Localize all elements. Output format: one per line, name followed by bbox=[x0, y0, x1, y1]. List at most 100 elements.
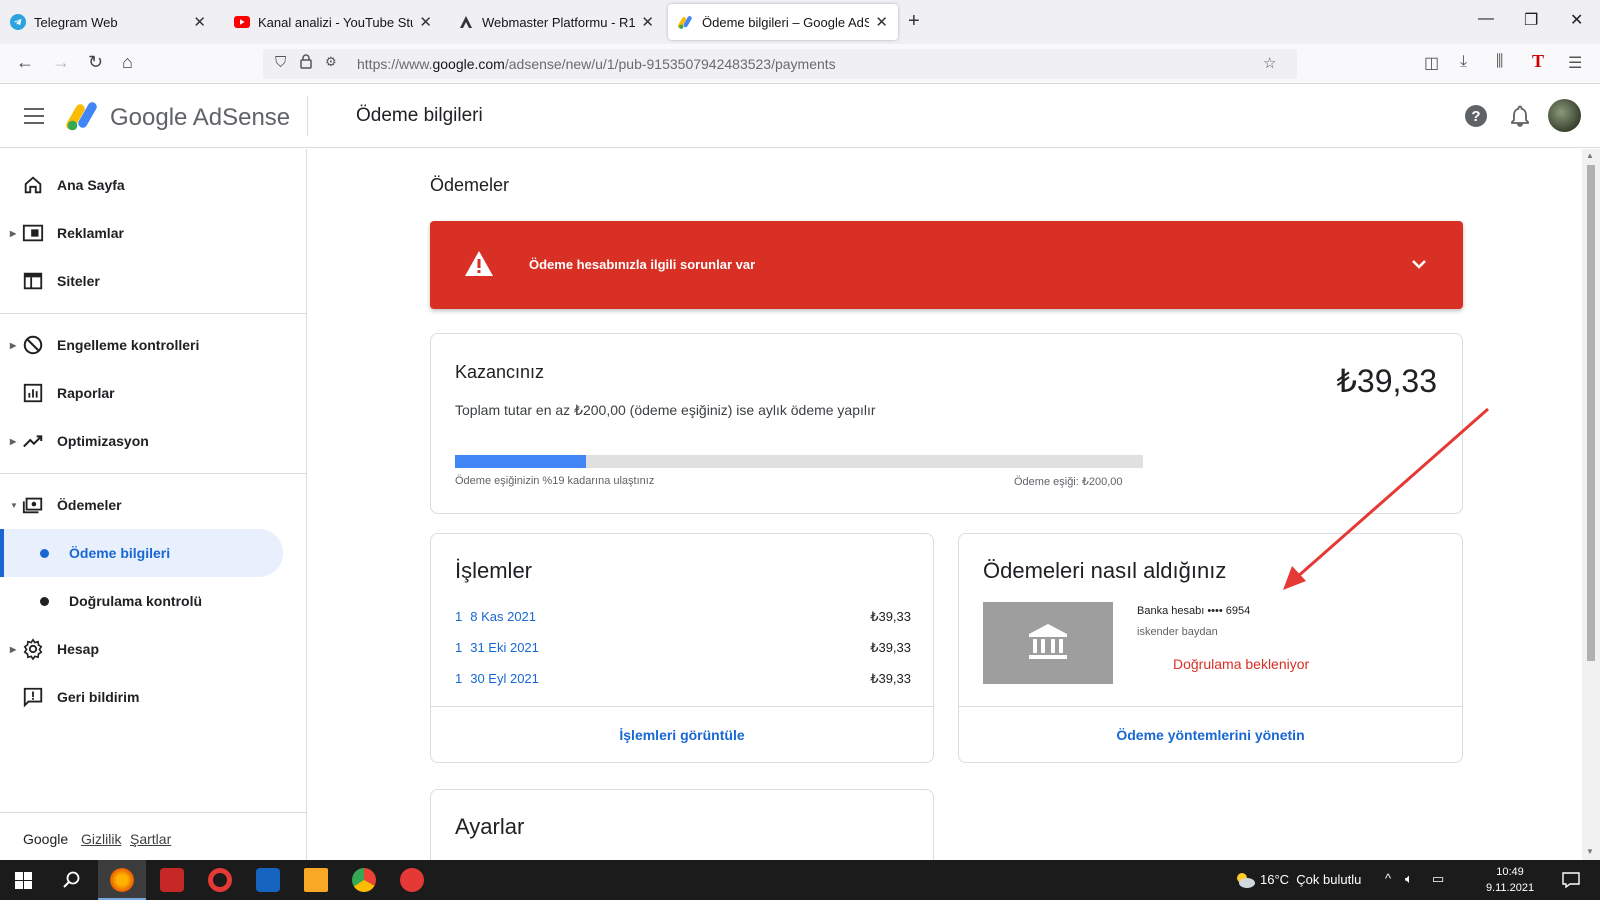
vertical-scrollbar[interactable]: ▲ ▼ bbox=[1582, 149, 1600, 860]
table-row[interactable]: 1 31 Eki 2021 ₺39,33 bbox=[455, 640, 911, 660]
sidebar-divider bbox=[0, 313, 307, 314]
tab-label: Kanal analizi - YouTube Studio bbox=[258, 14, 413, 30]
tab-telegram[interactable]: Telegram Web ✕ bbox=[0, 4, 216, 40]
bank-account-owner: iskender baydan bbox=[1137, 626, 1218, 638]
expand-arrow-icon[interactable]: ▶ bbox=[10, 437, 16, 446]
sidebar-item-sites[interactable]: Siteler bbox=[0, 257, 307, 305]
sidebar-item-payments[interactable]: ▼ Ödemeler bbox=[0, 481, 307, 529]
scroll-up-icon[interactable]: ▲ bbox=[1586, 151, 1594, 160]
expand-arrow-icon[interactable]: ▶ bbox=[10, 229, 16, 238]
main-menu-icon[interactable] bbox=[24, 108, 44, 124]
reload-icon[interactable]: ↻ bbox=[88, 52, 103, 73]
scroll-down-icon[interactable]: ▼ bbox=[1586, 847, 1594, 856]
system-clock[interactable]: 10:49 9.11.2021 bbox=[1480, 864, 1540, 896]
transaction-count: 1 bbox=[455, 609, 463, 624]
back-icon[interactable]: ← bbox=[16, 52, 34, 73]
file-explorer-icon[interactable] bbox=[304, 868, 328, 892]
expand-arrow-icon[interactable]: ▶ bbox=[10, 645, 16, 654]
warning-icon bbox=[465, 251, 493, 276]
tray-chevron-icon[interactable]: ^ bbox=[1385, 871, 1391, 886]
bookmark-star-icon[interactable]: ☆ bbox=[1263, 54, 1276, 72]
restore-icon[interactable]: ❐ bbox=[1524, 10, 1538, 30]
lock-icon[interactable] bbox=[300, 54, 312, 73]
privacy-link[interactable]: Gizlilik bbox=[81, 831, 121, 847]
sidebar-item-optimization[interactable]: ▶ Optimizasyon bbox=[0, 417, 307, 465]
url-text[interactable]: https://www.google.com/adsense/new/u/1/p… bbox=[357, 56, 836, 72]
minimize-icon[interactable]: — bbox=[1478, 10, 1494, 28]
opera-icon[interactable] bbox=[208, 868, 232, 892]
footer-google: Google bbox=[23, 831, 69, 847]
firefox-icon[interactable] bbox=[110, 868, 134, 892]
telegram-icon bbox=[10, 14, 26, 30]
app-icon[interactable] bbox=[400, 868, 424, 892]
volume-icon[interactable]: 🔈︎ bbox=[1405, 871, 1413, 887]
sidebar-item-payment-info[interactable]: Ödeme bilgileri bbox=[0, 529, 283, 577]
help-icon[interactable]: ? bbox=[1464, 104, 1488, 128]
taskbar: 16°C Çok bulutlu ^ 🔈︎ ▭ 10:49 9.11.2021 bbox=[0, 860, 1600, 900]
browser-toolbar: ← → ↻ ⌂ ⛉ ⚙ https://www.google.com/adsen… bbox=[0, 44, 1600, 84]
alert-text: Ödeme hesabınızla ilgili sorunlar var bbox=[529, 257, 756, 272]
chevron-down-icon[interactable] bbox=[1410, 255, 1428, 273]
weather-widget[interactable]: 16°C Çok bulutlu bbox=[1260, 872, 1361, 887]
search-icon[interactable] bbox=[63, 871, 81, 889]
window-close-icon[interactable]: ✕ bbox=[1570, 10, 1583, 30]
transactions-footer: İşlemleri görüntüle bbox=[431, 706, 933, 762]
sidebar-item-feedback[interactable]: Geri bildirim bbox=[0, 673, 307, 721]
table-row[interactable]: 1 8 Kas 2021 ₺39,33 bbox=[455, 609, 911, 629]
tracking-shield-icon[interactable]: ⛉ bbox=[275, 54, 286, 71]
transaction-date-link[interactable]: 1 8 Kas 2021 bbox=[455, 609, 536, 624]
feedback-icon bbox=[23, 687, 43, 708]
windows-start-icon[interactable] bbox=[15, 872, 32, 889]
extension-t-icon[interactable]: T bbox=[1532, 51, 1544, 72]
outlook-icon[interactable] bbox=[256, 868, 280, 892]
transaction-date-link[interactable]: 1 31 Eki 2021 bbox=[455, 640, 539, 655]
earnings-description: Toplam tutar en az ₺200,00 (ödeme eşiğin… bbox=[455, 402, 876, 418]
sidebar-item-verification[interactable]: Doğrulama kontrolü bbox=[0, 577, 307, 625]
expand-arrow-icon[interactable]: ▶ bbox=[10, 341, 16, 350]
close-icon[interactable]: ✕ bbox=[193, 13, 206, 31]
menu-icon[interactable]: ☰ bbox=[1568, 53, 1582, 73]
sidebar-item-reports[interactable]: Raporlar bbox=[0, 369, 307, 417]
address-bar[interactable]: ⛉ ⚙ https://www.google.com/adsense/new/u… bbox=[263, 49, 1297, 79]
close-icon[interactable]: ✕ bbox=[419, 13, 432, 31]
forward-icon[interactable]: → bbox=[52, 52, 70, 73]
download-icon[interactable]: ⤓ bbox=[1460, 53, 1467, 71]
collapse-arrow-icon[interactable]: ▼ bbox=[10, 501, 18, 510]
sidebar-item-ads[interactable]: ▶ Reklamlar bbox=[0, 209, 307, 257]
ads-icon bbox=[22, 224, 44, 242]
tab-youtube-studio[interactable]: Kanal analizi - YouTube Studio ✕ bbox=[224, 4, 442, 40]
new-tab-button[interactable]: + bbox=[908, 10, 920, 33]
permissions-icon[interactable]: ⚙ bbox=[325, 54, 337, 70]
close-icon[interactable]: ✕ bbox=[875, 13, 888, 31]
weather-text: Çok bulutlu bbox=[1296, 872, 1362, 887]
tab-label: Ödeme bilgileri – Google AdSen bbox=[702, 14, 870, 30]
transactions-title: İşlemler bbox=[455, 558, 533, 583]
app-header: Google AdSense Ödeme bilgileri ? bbox=[0, 84, 1600, 148]
battery-icon[interactable]: ▭ bbox=[1432, 871, 1444, 887]
chrome-icon[interactable] bbox=[352, 868, 376, 892]
avatar[interactable] bbox=[1548, 99, 1581, 132]
sidebar-divider bbox=[0, 473, 307, 474]
manage-payment-methods-link[interactable]: Ödeme yöntemlerini yönetin bbox=[1116, 727, 1304, 743]
home-icon[interactable]: ⌂ bbox=[122, 52, 133, 73]
payment-issue-alert[interactable]: Ödeme hesabınızla ilgili sorunlar var bbox=[430, 221, 1463, 309]
transaction-date-link[interactable]: 1 30 Eyl 2021 bbox=[455, 671, 539, 686]
notifications-icon[interactable] bbox=[1508, 104, 1532, 128]
table-row[interactable]: 1 30 Eyl 2021 ₺39,33 bbox=[455, 671, 911, 691]
scrollbar-thumb[interactable] bbox=[1587, 165, 1595, 661]
sidebar-item-home[interactable]: Ana Sayfa bbox=[0, 161, 307, 209]
tab-adsense[interactable]: Ödeme bilgileri – Google AdSen ✕ bbox=[668, 4, 898, 40]
close-icon[interactable]: ✕ bbox=[641, 13, 654, 31]
sidebar-item-blocking[interactable]: ▶ Engelleme kontrolleri bbox=[0, 321, 307, 369]
transactions-card: İşlemler 1 8 Kas 2021 ₺39,33 1 31 Eki 2021… bbox=[430, 533, 934, 763]
view-transactions-link[interactable]: İşlemleri görüntüle bbox=[619, 727, 744, 743]
r10-app-icon[interactable] bbox=[160, 868, 184, 892]
sidebar-item-label: Ana Sayfa bbox=[57, 177, 125, 193]
tab-r10[interactable]: Webmaster Platformu - R10.net ✕ bbox=[448, 4, 664, 40]
sidebar-item-account[interactable]: ▶ Hesap bbox=[0, 625, 307, 673]
terms-link[interactable]: Şartlar bbox=[130, 831, 171, 847]
threshold-label: Ödeme eşiği: ₺200,00 bbox=[1014, 476, 1123, 488]
pocket-icon[interactable]: ◫ bbox=[1424, 53, 1439, 73]
notification-center-icon[interactable] bbox=[1562, 872, 1580, 888]
library-icon[interactable]: ⫼ bbox=[1496, 53, 1503, 71]
